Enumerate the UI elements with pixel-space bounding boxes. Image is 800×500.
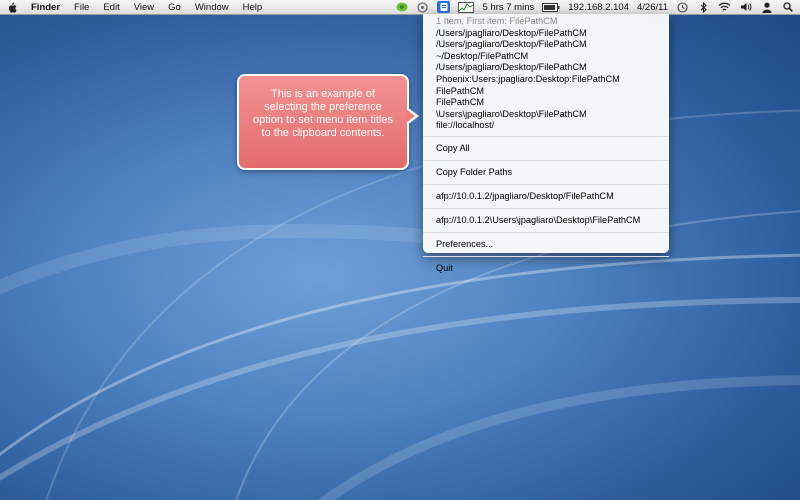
- battery-icon[interactable]: [542, 1, 560, 13]
- gray-app-icon[interactable]: [416, 1, 429, 13]
- path-item-posix-2[interactable]: /Users/jpagliaro/Desktop/FilePathCM: [423, 39, 669, 51]
- green-app-icon[interactable]: [395, 1, 408, 13]
- menu-app-name[interactable]: Finder: [31, 2, 60, 13]
- preferences-item[interactable]: Preferences...: [423, 237, 669, 252]
- copy-folder-paths-item[interactable]: Copy Folder Paths: [423, 165, 669, 180]
- wifi-icon[interactable]: [718, 1, 731, 13]
- date-text[interactable]: 4/26/11: [637, 2, 668, 13]
- path-item-hfs[interactable]: Phoenix:Users:jpagliaro:Desktop:FilePath…: [423, 74, 669, 86]
- menu-go[interactable]: Go: [168, 2, 181, 13]
- menu-bar: Finder File Edit View Go Window Help 5 h…: [0, 0, 800, 15]
- menu-window[interactable]: Window: [195, 2, 229, 13]
- path-item-tilde[interactable]: ~/Desktop/FilePathCM: [423, 51, 669, 63]
- menu-separator: [423, 135, 669, 137]
- tooltip-callout: This is an example of selecting the pref…: [237, 74, 409, 170]
- copy-all-item[interactable]: Copy All: [423, 141, 669, 156]
- menu-edit[interactable]: Edit: [103, 2, 119, 13]
- menu-separator: [423, 231, 669, 233]
- filepath-dropdown-menu: 1 Item, First item: FilePathCM /Users/jp…: [423, 14, 669, 273]
- callout-text: This is an example of selecting the pref…: [252, 88, 393, 139]
- apple-icon[interactable]: [6, 1, 17, 13]
- filepath-menu-icon[interactable]: [437, 1, 451, 13]
- path-item-url[interactable]: file://localhost/: [423, 120, 669, 132]
- path-item-windows[interactable]: \Users\jpagliaro\Desktop\FilePathCM: [423, 109, 669, 121]
- path-item-posix-3[interactable]: /Users/jpagliaro/Desktop/FilePathCM: [423, 62, 669, 74]
- menu-help[interactable]: Help: [243, 2, 263, 13]
- menu-header: 1 Item, First item: FilePathCM: [436, 16, 558, 26]
- afp-windows-path-item[interactable]: afp://10.0.1.2\Users\jpagliaro\Desktop\F…: [423, 213, 669, 228]
- menu-separator: [423, 183, 669, 185]
- quit-item[interactable]: Quit: [423, 261, 669, 276]
- ip-address-text[interactable]: 192.168.2.104: [568, 2, 629, 13]
- time-machine-icon[interactable]: [676, 1, 689, 13]
- path-item-name[interactable]: FilePathCM: [423, 86, 669, 98]
- menu-separator: [423, 207, 669, 209]
- callout-arrow-fill: [406, 109, 415, 123]
- battery-time-text[interactable]: 5 hrs 7 mins: [482, 2, 534, 13]
- volume-icon[interactable]: [739, 1, 752, 13]
- user-icon[interactable]: [760, 1, 773, 13]
- spotlight-search-icon[interactable]: [781, 1, 794, 13]
- afp-path-item[interactable]: afp://10.0.1.2/jpagliaro/Desktop/FilePat…: [423, 189, 669, 204]
- menu-separator: [423, 159, 669, 161]
- path-item-posix[interactable]: /Users/jpagliaro/Desktop/FilePathCM: [423, 28, 669, 40]
- bluetooth-icon[interactable]: [697, 1, 710, 13]
- menu-file[interactable]: File: [74, 2, 89, 13]
- menu-view[interactable]: View: [134, 2, 154, 13]
- menu-separator: [423, 255, 669, 257]
- path-item-name-2[interactable]: FilePathCM: [423, 97, 669, 109]
- activity-graph-icon[interactable]: [458, 1, 475, 13]
